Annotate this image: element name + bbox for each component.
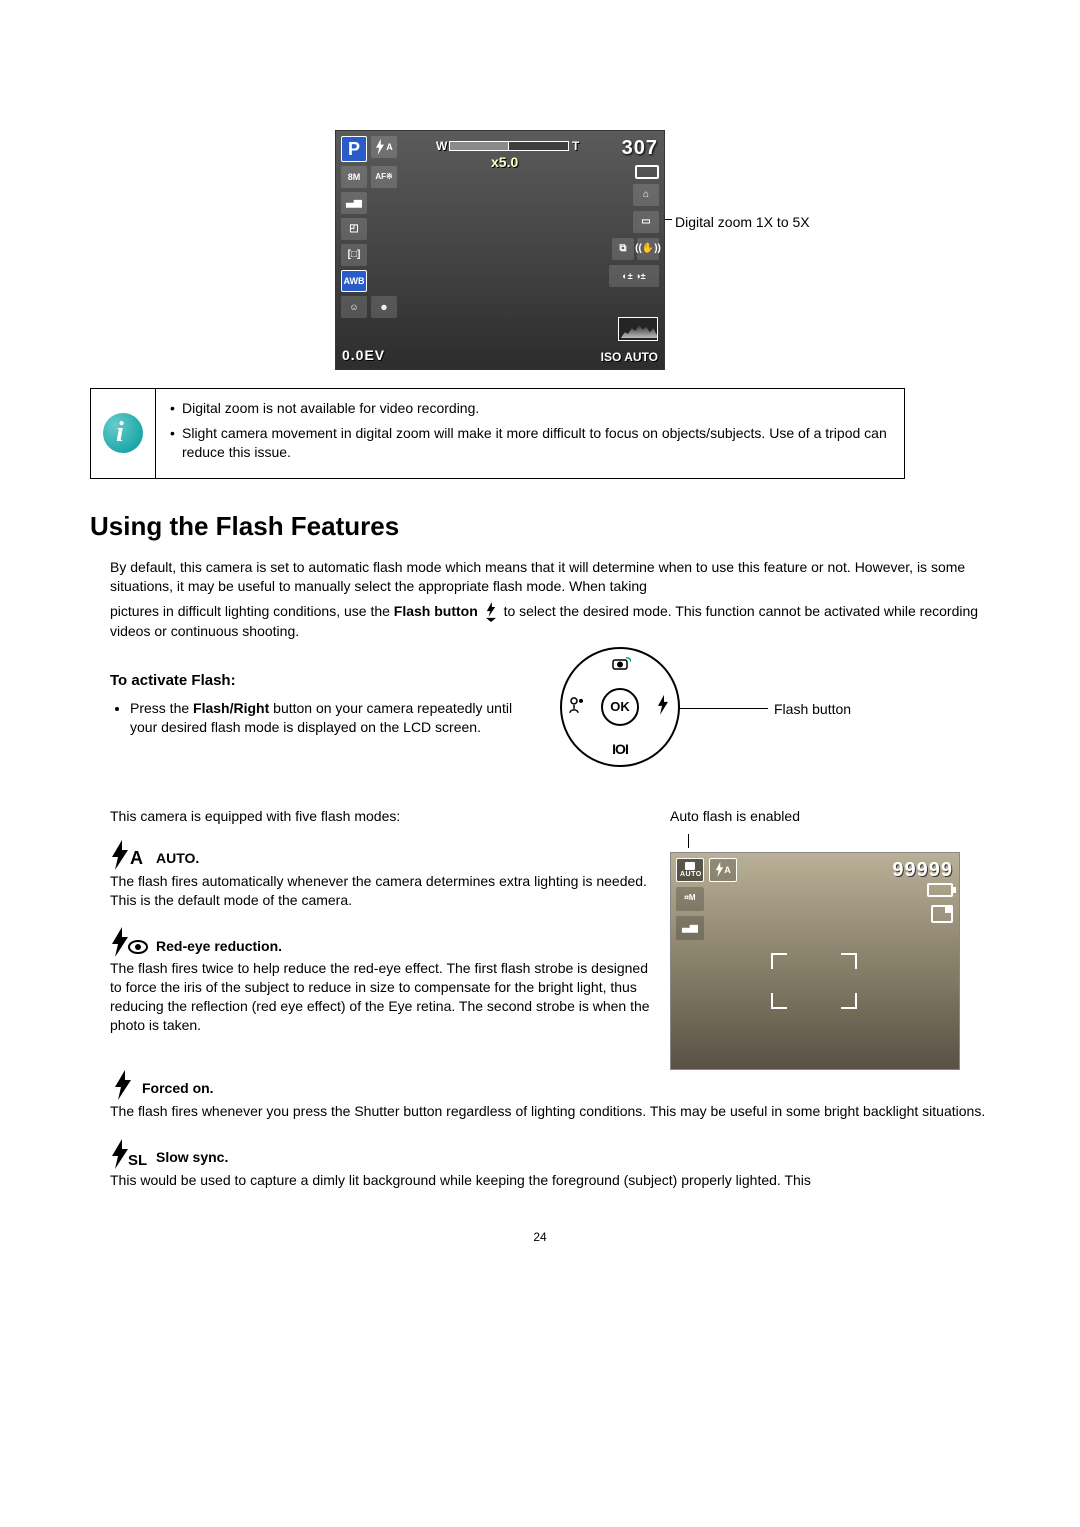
svg-text:A: A	[130, 848, 143, 868]
focus-bracket-icon	[771, 993, 787, 1009]
dpad-right-flash-icon	[656, 695, 670, 719]
flash-button-callout: Flash button	[774, 700, 851, 719]
adjust-icon: ◐± ◑±	[609, 265, 659, 287]
preview-lcd: A ⌗M ▃▅ 99999	[670, 852, 960, 1070]
card-icon	[931, 905, 953, 923]
dpad-up-icon	[609, 655, 631, 675]
mode-name: Forced on.	[142, 1079, 214, 1100]
section-title: Using the Flash Features	[90, 509, 990, 544]
battery-icon	[635, 165, 659, 179]
zoom-bar	[449, 141, 569, 151]
focus-bracket-icon	[841, 953, 857, 969]
flash-auto-icon: A	[110, 840, 150, 870]
ok-button: OK	[601, 688, 639, 726]
flash-auto-icon: A	[371, 136, 397, 158]
dpad: OK IOI	[560, 647, 680, 767]
zoom-diagram: Optical zoom 1X to 4X Digital zoom 1X to…	[210, 130, 990, 370]
bullet-bold: Flash/Right	[193, 700, 269, 716]
image-size-icon: ⌗M	[676, 887, 704, 911]
page-number: 24	[90, 1229, 990, 1245]
quality-icon: ▃▅	[341, 192, 367, 214]
card-icon: ⌂	[633, 184, 659, 206]
flash-mode-slow: SL Slow sync. This would be used to capt…	[110, 1139, 990, 1190]
mode-desc: The flash fires twice to help reduce the…	[110, 959, 650, 1035]
callout-line	[688, 834, 689, 848]
flash-slow-icon: SL	[110, 1139, 150, 1169]
shots-remaining: 307	[622, 135, 658, 162]
af-mode-icon: AF※	[371, 166, 397, 188]
battery-icon	[927, 883, 953, 897]
iso-label: ISO AUTO	[601, 349, 658, 365]
image-size-icon: 8M	[341, 166, 367, 188]
burst-icon: ⧉	[612, 238, 634, 260]
mode-name: Slow sync.	[156, 1148, 228, 1169]
mode-auto-icon	[676, 858, 704, 882]
note-item: Slight camera movement in digital zoom w…	[170, 424, 890, 462]
ev-label: 0.0EV	[342, 346, 385, 365]
awb-icon: AWB	[341, 270, 367, 292]
dpad-diagram: OK IOI Flash button	[560, 647, 860, 777]
quality-icon: ▃▅	[676, 916, 704, 940]
stabilize-icon: ((✋))	[637, 238, 659, 260]
intro-paragraph-2: pictures in difficult lighting condition…	[110, 602, 980, 641]
mode-name: Red-eye reduction.	[156, 937, 282, 958]
equipped-label: This camera is equipped with five flash …	[110, 807, 650, 826]
datestamp-icon: ▭	[633, 211, 659, 233]
mode-desc: The flash fires whenever you press the S…	[110, 1102, 990, 1121]
mode-name: AUTO.	[156, 849, 199, 870]
auto-enabled-label: Auto flash is enabled	[670, 807, 990, 826]
zoom-w-label: W	[436, 138, 447, 154]
histogram-icon	[618, 317, 658, 341]
zoom-t-label: T	[572, 138, 579, 154]
flash-redeye-icon	[110, 927, 150, 957]
flash-down-icon	[484, 602, 498, 622]
intro-text: pictures in difficult lighting condition…	[110, 603, 394, 619]
info-icon-cell	[91, 389, 156, 478]
flash-mode-forced: Forced on. The flash fires whenever you …	[110, 1070, 990, 1121]
smile-detect-icon: ☻	[371, 296, 397, 318]
flash-button-label: Flash button	[394, 603, 478, 619]
info-icon	[103, 413, 143, 453]
dpad-left-icon	[569, 697, 585, 717]
svg-text:SL: SL	[128, 1152, 147, 1169]
note-text: Digital zoom is not available for video …	[156, 389, 904, 478]
camera-lcd-display: P A 8M AF※ ▃▅ ◰ [□] AWB ☺ ☻ W T x5.0 307…	[335, 130, 665, 370]
face-detect-icon: ☺	[341, 296, 367, 318]
intro-paragraph-1: By default, this camera is set to automa…	[110, 558, 980, 596]
flash-mode-redeye: Red-eye reduction. The flash fires twice…	[110, 927, 650, 1035]
metering-icon: ◰	[341, 218, 367, 240]
shots-remaining: 99999	[892, 857, 953, 884]
note-box: Digital zoom is not available for video …	[90, 388, 905, 479]
callout-line	[678, 708, 768, 709]
mode-desc: The flash fires automatically whenever t…	[110, 872, 650, 910]
bullet-text: Press the	[130, 700, 193, 716]
dpad-down-icon: IOI	[612, 740, 628, 759]
digital-zoom-label: Digital zoom 1X to 5X	[675, 213, 810, 232]
note-item: Digital zoom is not available for video …	[170, 399, 890, 418]
flash-forced-icon	[110, 1070, 136, 1100]
flash-mode-auto: A AUTO. The flash fires automatically wh…	[110, 840, 650, 910]
flash-auto-icon: A	[709, 858, 737, 882]
mode-desc: This would be used to capture a dimly li…	[110, 1171, 990, 1190]
zoom-value: x5.0	[491, 153, 518, 172]
focus-bracket-icon	[771, 953, 787, 969]
activate-bullet: Press the Flash/Right button on your cam…	[130, 699, 530, 737]
focus-area-icon: [□]	[341, 244, 367, 266]
mode-p-icon: P	[341, 136, 367, 162]
focus-bracket-icon	[841, 993, 857, 1009]
activate-flash-heading: To activate Flash:	[110, 671, 540, 691]
